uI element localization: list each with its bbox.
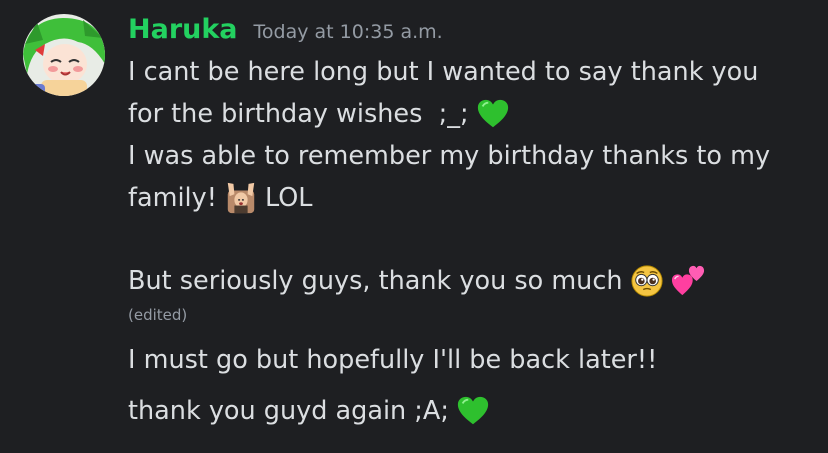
- message-text: family!: [128, 183, 217, 213]
- message-text: for the birthday wishes ;_;: [128, 99, 469, 129]
- message-header: Haruka Today at 10:35 a.m.: [128, 12, 443, 48]
- message-text: I cant be here long but I wanted to say …: [128, 57, 759, 87]
- message-text: I was able to remember my birthday thank…: [128, 141, 771, 171]
- timestamp[interactable]: Today at 10:35 a.m.: [254, 21, 443, 43]
- anime-avatar-icon: [23, 14, 105, 96]
- message-text: LOL: [264, 183, 313, 213]
- user-avatar[interactable]: [23, 14, 105, 96]
- message-line: thank you guyd again ;A;: [128, 391, 490, 431]
- message-text: But seriously guys, thank you so much: [128, 266, 623, 296]
- message-line: I cant be here long but I wanted to say …: [128, 52, 758, 92]
- message-line: for the birthday wishes ;_;: [128, 94, 510, 134]
- pleading-face-icon[interactable]: [630, 264, 664, 298]
- raised-hands-sticker-icon[interactable]: [224, 181, 258, 215]
- two-hearts-icon[interactable]: [671, 264, 705, 298]
- message-text: thank you guyd again ;A;: [128, 396, 449, 426]
- message-line: I was able to remember my birthday thank…: [128, 136, 770, 176]
- message-line: family! LOL: [128, 178, 313, 218]
- message-line: But seriously guys, thank you so much: [128, 261, 705, 301]
- edited-label: (edited): [128, 306, 188, 324]
- message-line: I must go but hopefully I'll be back lat…: [128, 340, 657, 380]
- green-heart-icon[interactable]: [476, 97, 510, 131]
- message-text: I must go but hopefully I'll be back lat…: [128, 345, 658, 375]
- green-heart-icon[interactable]: [456, 394, 490, 428]
- chat-message: Haruka Today at 10:35 a.m. I cant be her…: [0, 0, 828, 453]
- username[interactable]: Haruka: [128, 12, 238, 48]
